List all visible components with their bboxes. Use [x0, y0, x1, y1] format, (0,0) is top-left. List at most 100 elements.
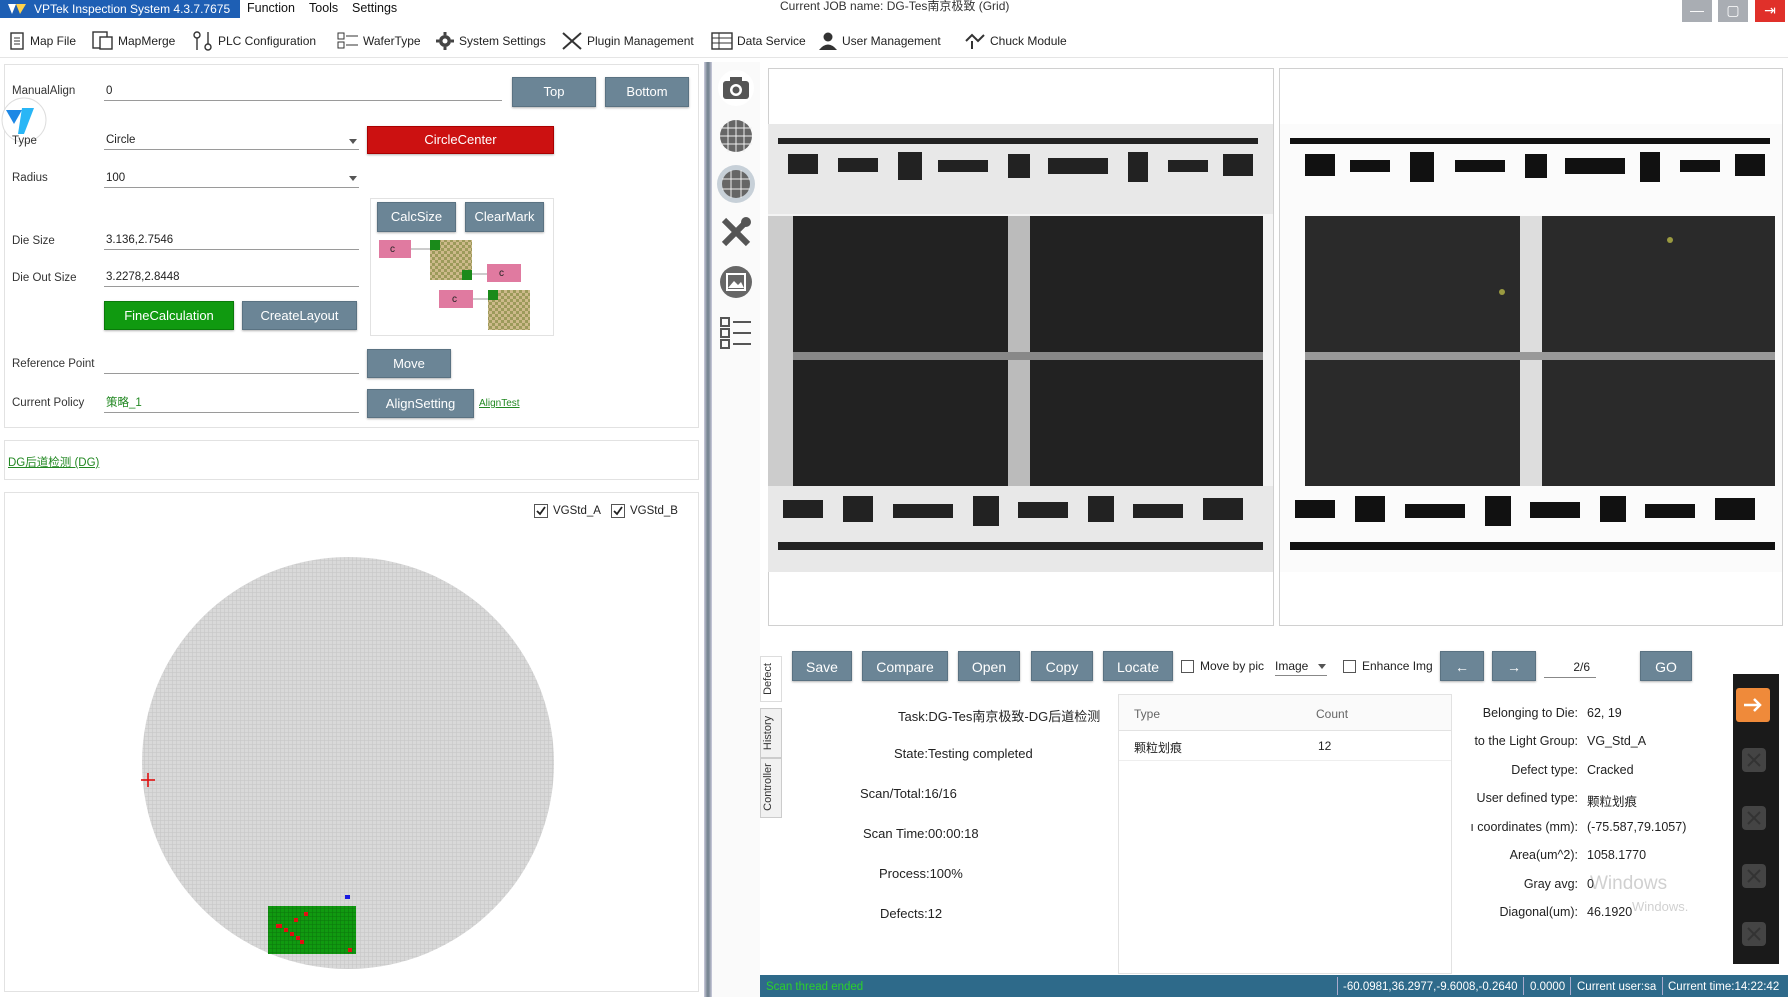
tab-label: Defect [761, 663, 774, 695]
toolbar-mapmerge[interactable]: MapMerge [92, 31, 175, 51]
circle-center-button[interactable]: CircleCenter [367, 126, 554, 154]
export-button[interactable] [1736, 688, 1770, 722]
minimize-icon: — [1690, 2, 1704, 18]
thumbnail-icon[interactable] [1738, 860, 1770, 892]
checkbox-icon [1181, 659, 1194, 673]
save-button[interactable]: Save [792, 651, 852, 681]
die-image-right [1280, 124, 1782, 572]
splitter[interactable] [704, 62, 712, 997]
gear-icon [436, 32, 454, 50]
reference-point-input[interactable] [104, 354, 359, 374]
camera-icon[interactable] [716, 68, 756, 108]
toolbar-label: Plugin Management [587, 34, 694, 48]
compare-button[interactable]: Compare [862, 651, 948, 681]
chevron-down-icon [1318, 664, 1326, 669]
toolbar-data-service[interactable]: Data Service [711, 31, 806, 51]
image-icon[interactable] [716, 262, 756, 302]
create-layout-button[interactable]: CreateLayout [242, 301, 357, 330]
detail-value-die: 62, 19 [1587, 706, 1622, 720]
align-setting-button[interactable]: AlignSetting [367, 389, 474, 418]
align-test-link[interactable]: AlignTest [479, 398, 520, 409]
open-button[interactable]: Open [958, 651, 1020, 681]
page-input[interactable]: 2/6 [1544, 656, 1596, 678]
tab-defect[interactable]: Defect [760, 656, 782, 702]
minimize-button[interactable]: — [1682, 0, 1712, 22]
go-button[interactable]: GO [1640, 651, 1692, 681]
menu-function[interactable]: Function [247, 0, 295, 18]
legend-vgstd-b[interactable]: VGStd_B [611, 504, 678, 518]
fine-calculation-button[interactable]: FineCalculation [104, 301, 234, 330]
watermark: Windows. [1632, 899, 1689, 914]
cell-count: 12 [1318, 739, 1332, 753]
thumbnail-icon[interactable] [1738, 744, 1770, 776]
radius-select[interactable]: 100 [104, 168, 359, 188]
radius-value: 100 [106, 172, 126, 184]
bottom-button[interactable]: Bottom [605, 77, 689, 107]
locate-button[interactable]: Locate [1103, 651, 1173, 681]
manual-align-input[interactable]: 0 [104, 81, 502, 101]
status-separator [1523, 977, 1524, 995]
tools-icon[interactable] [716, 212, 756, 252]
status-user: Current user:sa [1577, 981, 1657, 993]
clearmark-button[interactable]: ClearMark [465, 202, 544, 232]
move-by-pic-checkbox[interactable]: Move by pic [1181, 659, 1264, 673]
menu-settings[interactable]: Settings [352, 0, 397, 18]
move-button[interactable]: Move [367, 349, 451, 378]
top-button[interactable]: Top [512, 77, 596, 107]
status-separator [1570, 977, 1571, 995]
calcsize-button[interactable]: CalcSize [377, 202, 456, 232]
type-select[interactable]: Circle [104, 130, 359, 150]
menu-tools[interactable]: Tools [309, 0, 338, 18]
tab-history[interactable]: History [760, 708, 782, 758]
wafer-grid-icon[interactable] [716, 116, 756, 156]
reference-point-label: Reference Point [12, 358, 95, 370]
maximize-button[interactable]: ▢ [1718, 0, 1748, 22]
die-image-left [768, 124, 1273, 572]
status-separator [1337, 977, 1338, 995]
toolbar-label: User Management [842, 34, 941, 48]
enhance-img-checkbox[interactable]: Enhance Img [1343, 659, 1433, 673]
toolbar-label: MapMerge [118, 34, 176, 48]
toolbar-plugin-management[interactable]: Plugin Management [561, 31, 694, 51]
toolbar-label: System Settings [459, 34, 546, 48]
current-die-marker [345, 895, 350, 899]
wafer-scan-icon[interactable] [716, 164, 756, 204]
manual-align-label: ManualAlign [12, 85, 76, 97]
toolbar-system-settings[interactable]: System Settings [435, 31, 546, 51]
wafer-map[interactable] [140, 548, 560, 978]
die-out-size-input[interactable]: 3.2278,2.8448 [104, 267, 359, 287]
enhance-img-label: Enhance Img [1362, 659, 1433, 673]
checkbox-icon [1343, 659, 1356, 673]
plc-icon [193, 31, 212, 51]
tab-label: History [762, 715, 775, 751]
close-button[interactable]: ⇥ [1755, 0, 1785, 22]
mark-letter: c [390, 244, 395, 255]
toolbar-plc-configuration[interactable]: PLC Configuration [192, 31, 316, 51]
legend-label: VGStd_B [630, 505, 678, 517]
cell-type: 颗粒划痕 [1134, 741, 1183, 755]
thumbnail-icon[interactable] [1738, 802, 1770, 834]
chevron-down-icon [349, 139, 357, 144]
legend-vgstd-a[interactable]: VGStd_A [534, 504, 601, 518]
job-name: Current JOB name: DG-Tes南京极致 (Grid) [780, 0, 1010, 13]
recipe-link[interactable]: DG后道检测 (DG) [8, 454, 99, 470]
column-header-type: Type [1134, 707, 1161, 721]
task-name: Task:DG-Tes南京极致-DG后道检测 [898, 709, 1101, 724]
current-policy-input[interactable]: 策略_1 [104, 393, 359, 413]
detail-value-diagonal: 46.1920 [1587, 905, 1633, 919]
next-button[interactable]: → [1492, 651, 1536, 681]
die-size-input[interactable]: 3.136,2.7546 [104, 230, 359, 250]
thumbnail-icon[interactable] [1738, 918, 1770, 950]
process-percent: Process:100% [879, 866, 963, 881]
arrow-left-icon: ← [1455, 659, 1469, 675]
prev-button[interactable]: ← [1440, 651, 1484, 681]
toolbar-wafertype[interactable]: WaferType [337, 31, 421, 51]
toolbar-user-management[interactable]: User Management [818, 31, 941, 51]
tab-controller[interactable]: Controller [760, 758, 782, 818]
toolbar-chuck-module[interactable]: Chuck Module [964, 31, 1067, 51]
mark-letter: c [499, 268, 504, 279]
toolbar-map-file[interactable]: Map File [8, 31, 76, 51]
task-state: State:Testing completed [894, 746, 1033, 761]
checklist-icon[interactable] [716, 312, 756, 352]
copy-button[interactable]: Copy [1031, 651, 1093, 681]
